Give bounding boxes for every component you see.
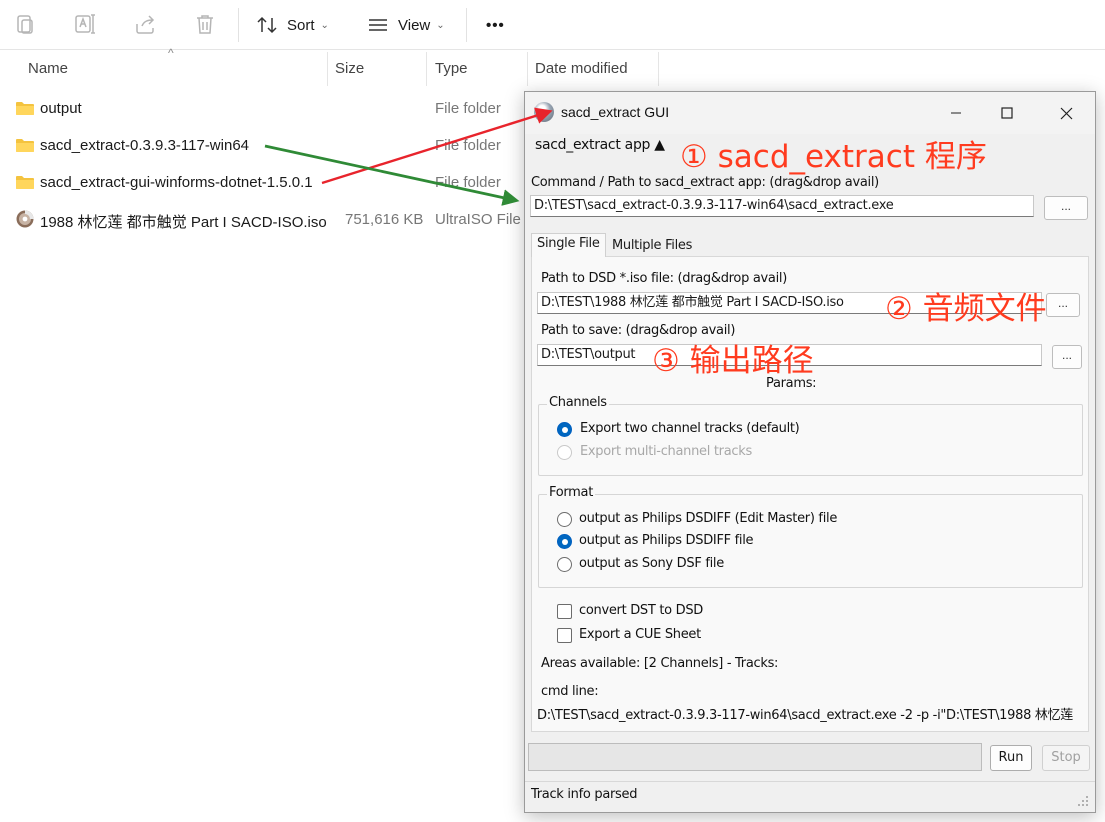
explorer-toolbar: Sort ⌄ View ⌄ ••• — [0, 0, 1105, 50]
more-options-button[interactable]: ••• — [486, 12, 505, 38]
browse-save-button[interactable]: ... — [1052, 345, 1082, 369]
status-text: Track info parsed — [531, 787, 638, 802]
window-title: sacd_extract GUI — [561, 104, 670, 120]
file-type: File folder — [435, 137, 501, 154]
folder-icon — [16, 176, 34, 189]
column-size[interactable]: Size — [327, 52, 425, 88]
convert-dst-label: convert DST to DSD — [579, 603, 703, 618]
window-titlebar[interactable]: sacd_extract GUI — [525, 92, 1095, 134]
command-label: Command / Path to sacd_extract app: (dra… — [531, 175, 879, 190]
cmd-line-text: D:\TEST\sacd_extract-0.3.9.3-117-win64\s… — [537, 708, 1073, 723]
resize-grip-icon[interactable] — [1077, 795, 1089, 807]
format-group: Format output as Philips DSDIFF (Edit Ma… — [538, 485, 1083, 588]
toolbar-divider — [238, 8, 239, 42]
close-button[interactable] — [1038, 92, 1094, 134]
delete-icon[interactable] — [193, 12, 217, 36]
tab-multiple-files[interactable]: Multiple Files — [607, 236, 697, 258]
run-button[interactable]: Run — [990, 745, 1032, 771]
command-path-input[interactable]: D:\TEST\sacd_extract-0.3.9.3-117-win64\s… — [530, 195, 1034, 217]
cmd-line-label: cmd line: — [541, 684, 599, 699]
browse-dsd-button[interactable]: ... — [1046, 293, 1080, 317]
maximize-button[interactable] — [979, 92, 1035, 134]
browse-app-button[interactable]: ... — [1044, 196, 1088, 220]
view-button[interactable]: View ⌄ — [367, 12, 445, 38]
file-name: sacd_extract-gui-winforms-dotnet-1.5.0.1 — [40, 174, 313, 191]
file-size: 751,616 KB — [345, 211, 424, 228]
sort-button[interactable]: Sort ⌄ — [256, 12, 329, 38]
chevron-down-icon: ⌄ — [436, 19, 445, 31]
file-type: File folder — [435, 174, 501, 191]
column-header-row: ^ Name Size Type Date modified — [0, 46, 660, 88]
channels-group: Channels Export two channel tracks (defa… — [538, 395, 1083, 476]
sort-label: Sort — [287, 16, 315, 34]
file-row[interactable]: sacd_extract-0.3.9.3-117-win64 File fold… — [0, 128, 530, 164]
radio-two-channel[interactable] — [557, 422, 572, 437]
radio-dsdiff-edit-master[interactable] — [557, 512, 572, 527]
radio-dsdiff[interactable] — [557, 534, 572, 549]
export-cue-checkbox[interactable] — [557, 628, 572, 643]
dsdiff-edit-master-label: output as Philips DSDIFF (Edit Master) f… — [579, 511, 838, 526]
areas-available-text: Areas available: [2 Channels] - Tracks: — [541, 656, 779, 671]
two-channel-label: Export two channel tracks (default) — [580, 421, 800, 436]
close-icon — [1060, 107, 1072, 119]
annotation-audio-file: ② 音频文件 — [885, 291, 1047, 327]
view-icon — [369, 19, 387, 31]
folder-icon — [16, 139, 34, 152]
radio-multi-channel — [557, 445, 572, 460]
column-name[interactable]: Name — [20, 52, 326, 88]
folder-icon — [16, 102, 34, 115]
maximize-icon — [1001, 107, 1013, 119]
annotation-output-path: ③ 输出路径 — [652, 343, 814, 379]
radio-dsf[interactable] — [557, 557, 572, 572]
dsd-path-label: Path to DSD *.iso file: (drag&drop avail… — [541, 271, 787, 286]
minimize-button[interactable] — [928, 92, 984, 134]
export-cue-label: Export a CUE Sheet — [579, 627, 701, 642]
sort-icon — [257, 16, 277, 34]
app-icon — [534, 102, 554, 122]
column-divider — [658, 52, 659, 86]
disc-image-icon — [16, 210, 34, 228]
minimize-icon — [951, 112, 961, 114]
column-date-modified[interactable]: Date modified — [527, 52, 657, 88]
channels-group-title: Channels — [547, 395, 609, 410]
rename-icon[interactable] — [73, 12, 97, 36]
stop-button: Stop — [1042, 745, 1090, 771]
file-name: 1988 林忆莲 都市触觉 Part I SACD-ISO.iso — [40, 214, 327, 231]
dsf-label: output as Sony DSF file — [579, 556, 724, 571]
toolbar-divider — [466, 8, 467, 42]
multi-channel-label: Export multi-channel tracks — [580, 444, 752, 459]
sacd-extract-gui-window: sacd_extract GUI sacd_extract app ▲ Comm… — [524, 91, 1096, 813]
file-type: File folder — [435, 100, 501, 117]
file-type: UltraISO File — [435, 211, 521, 228]
view-label: View — [398, 16, 431, 34]
convert-dst-checkbox[interactable] — [557, 604, 572, 619]
app-section-toggle[interactable]: sacd_extract app ▲ — [535, 137, 665, 153]
dsdiff-label: output as Philips DSDIFF file — [579, 533, 754, 548]
annotation-program: ① sacd_extract 程序 — [680, 139, 987, 175]
paste-icon[interactable] — [13, 12, 37, 36]
file-row[interactable]: sacd_extract-gui-winforms-dotnet-1.5.0.1… — [0, 165, 530, 201]
format-group-title: Format — [547, 485, 596, 500]
share-icon[interactable] — [133, 12, 157, 36]
status-divider — [525, 781, 1095, 782]
chevron-down-icon: ⌄ — [320, 19, 329, 31]
file-name: sacd_extract-0.3.9.3-117-win64 — [40, 137, 250, 154]
file-name: output — [40, 100, 82, 117]
tab-single-file[interactable]: Single File — [531, 233, 606, 257]
file-row[interactable]: 1988 林忆莲 都市触觉 Part I SACD-ISO.iso 751,61… — [0, 202, 530, 238]
file-row[interactable]: output File folder — [0, 91, 530, 127]
progress-bar — [528, 743, 982, 771]
column-type[interactable]: Type — [427, 52, 525, 88]
